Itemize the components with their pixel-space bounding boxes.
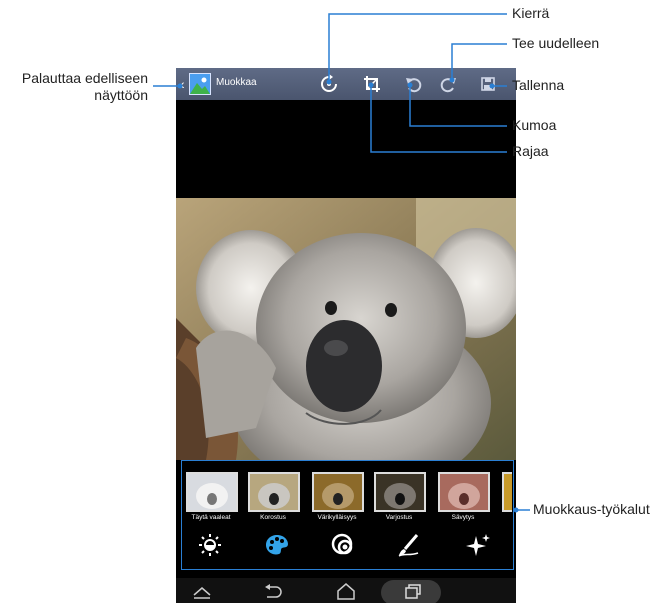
- callout-back-line1: Palauttaa edelliseen: [21, 70, 148, 86]
- callout-back: Palauttaa edelliseen näyttöön: [5, 70, 148, 104]
- callout-crop: Rajaa: [512, 143, 549, 159]
- callout-redo: Tee uudelleen: [512, 35, 600, 51]
- callout-tools: Muokkaus-työkalut: [533, 501, 650, 517]
- callout-back-line2: näyttöön: [94, 87, 148, 103]
- callout-rotate: Kierrä: [512, 5, 550, 21]
- callout-undo: Kumoa: [512, 117, 557, 133]
- callout-save: Tallenna: [512, 77, 565, 93]
